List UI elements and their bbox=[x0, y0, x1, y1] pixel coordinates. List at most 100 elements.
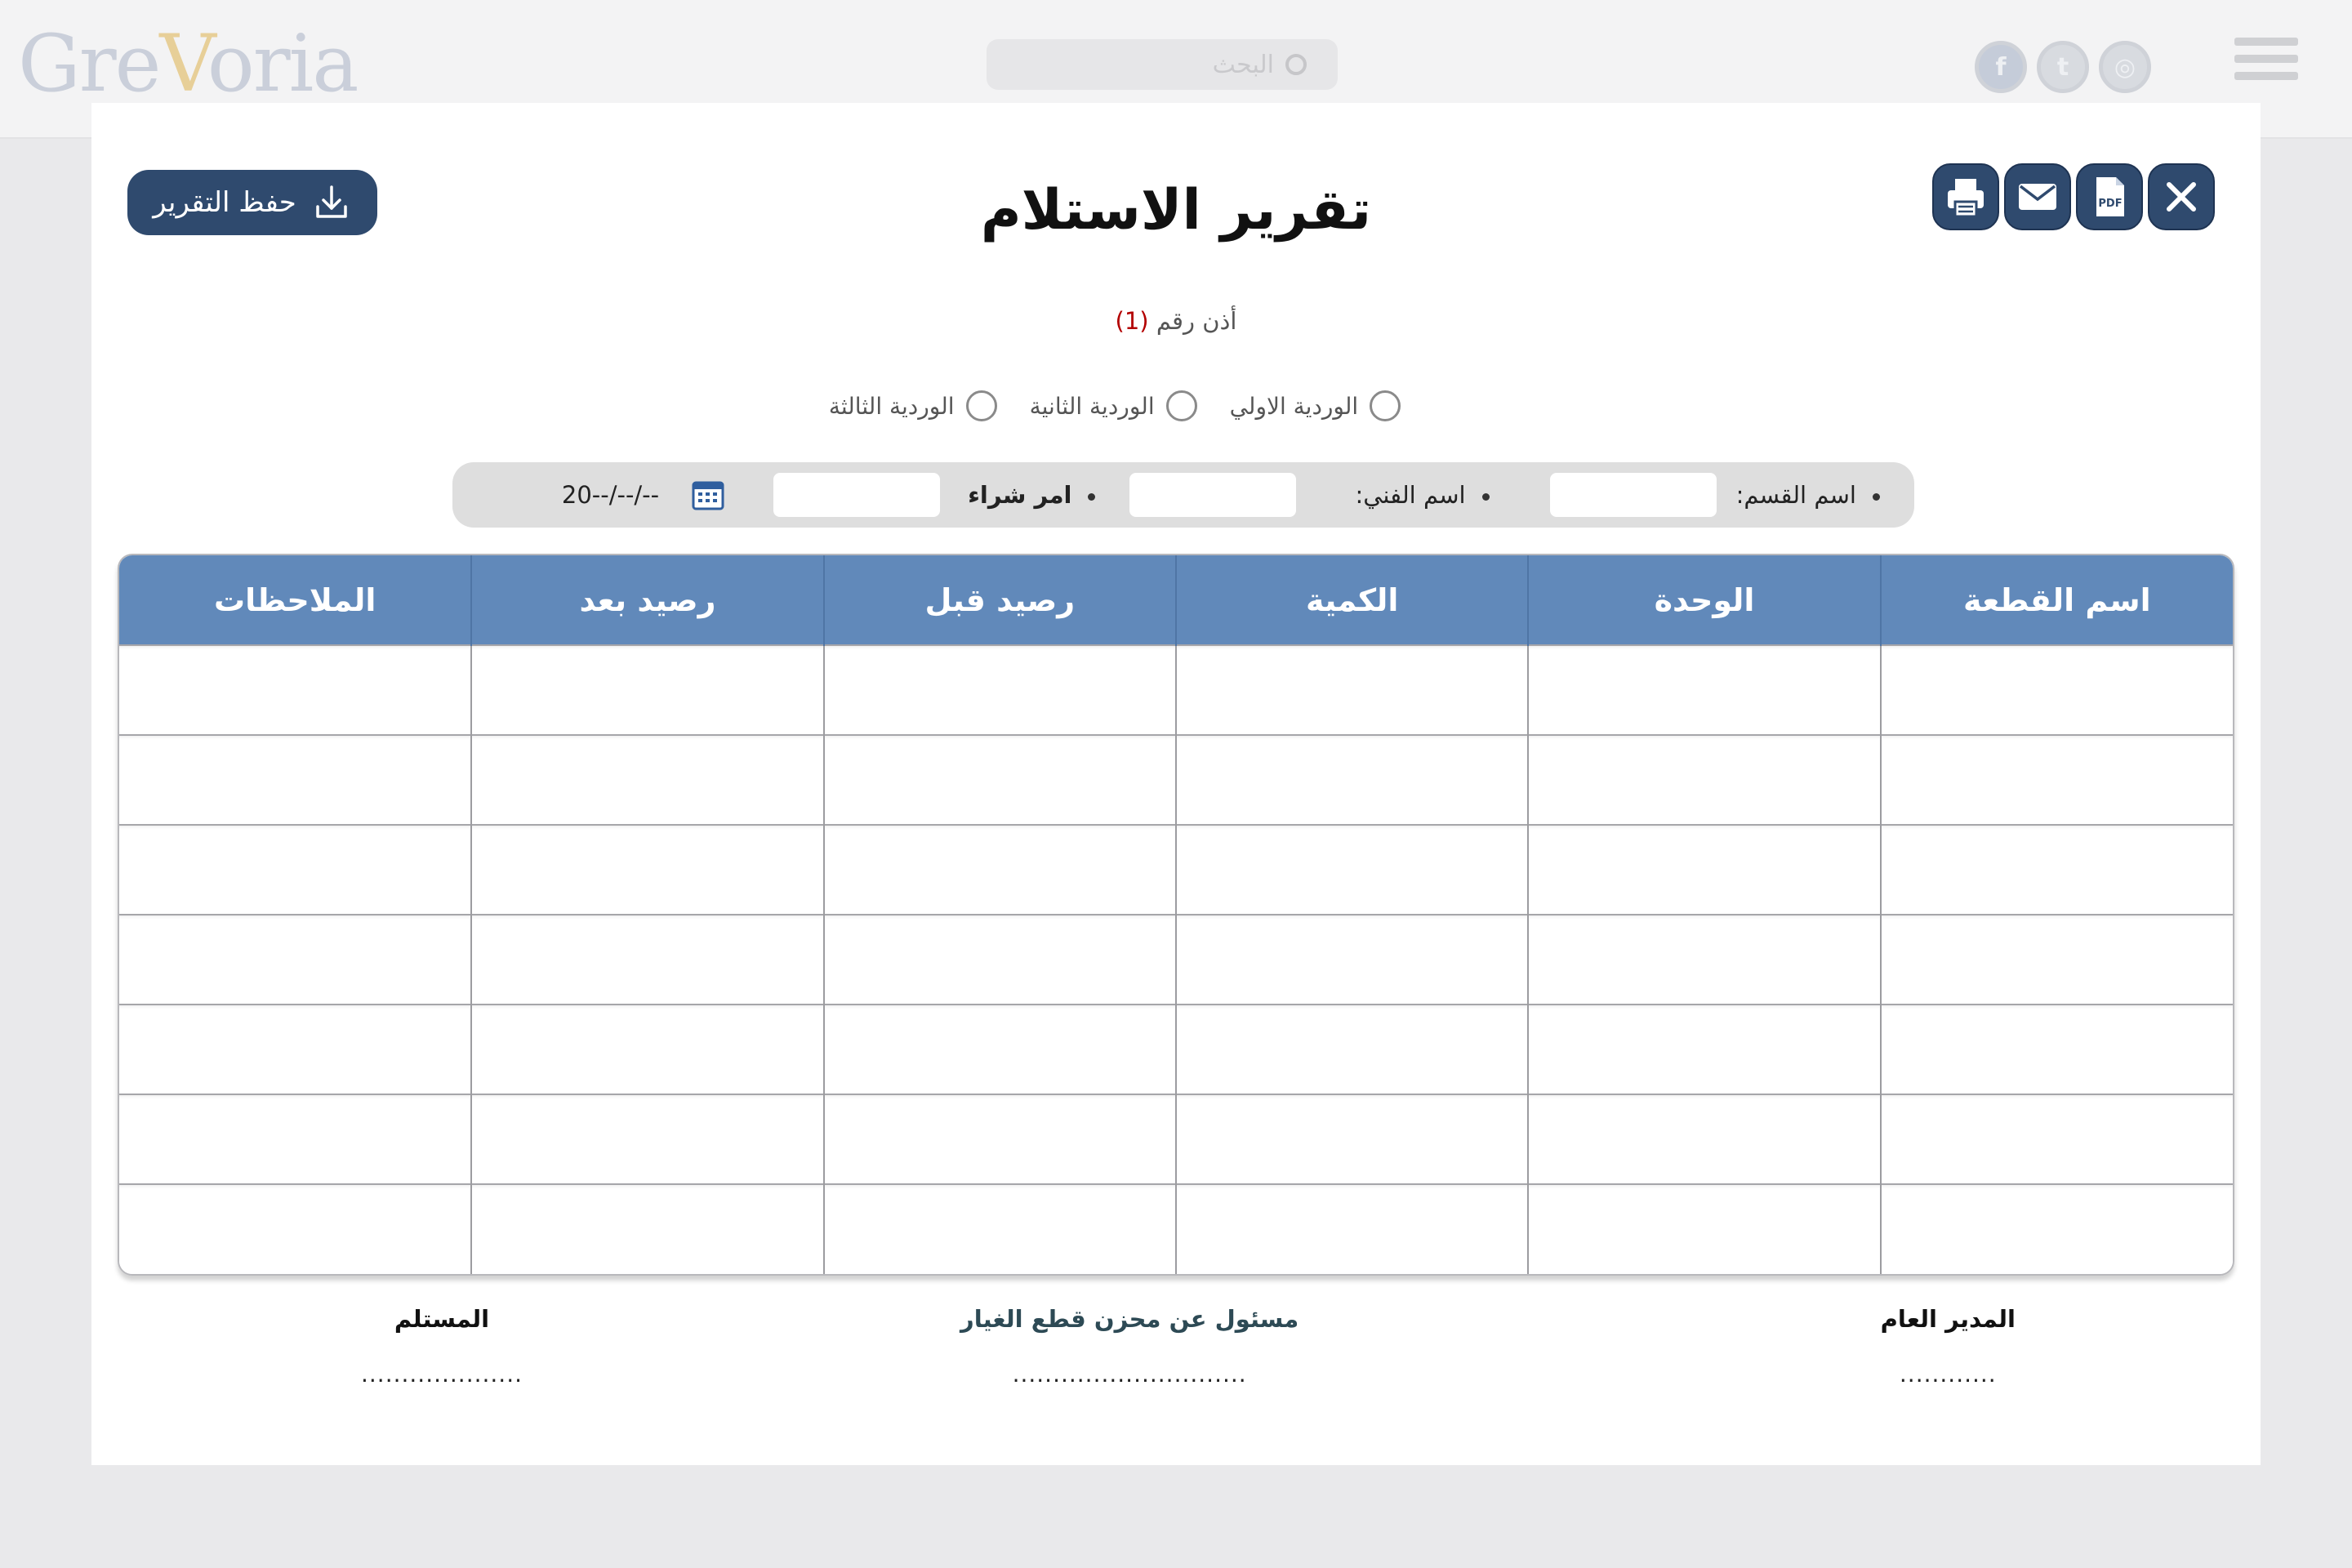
table-row bbox=[119, 824, 2233, 915]
parts-table: اسم القطعة الوحدة الكمية رصيد قبل رصيد ب… bbox=[118, 554, 2234, 1276]
department-input[interactable] bbox=[1549, 473, 1717, 517]
dialog-actions: PDF bbox=[1932, 163, 2215, 230]
table-cell[interactable] bbox=[1175, 914, 1529, 1004]
email-icon bbox=[2019, 184, 2056, 210]
table-cell[interactable] bbox=[470, 644, 824, 735]
table-cell[interactable] bbox=[822, 914, 1177, 1004]
table-cell[interactable] bbox=[1879, 1004, 2233, 1094]
table-cell[interactable] bbox=[1527, 824, 1881, 915]
table-cell[interactable] bbox=[119, 1004, 472, 1094]
search-icon bbox=[1285, 54, 1307, 75]
shift-label: الوردية الثانية bbox=[1029, 392, 1155, 420]
pdf-icon-text: PDF bbox=[2098, 198, 2122, 210]
table-cell[interactable] bbox=[1175, 734, 1529, 825]
header-search[interactable]: البحث bbox=[987, 39, 1338, 90]
email-button[interactable] bbox=[2004, 163, 2071, 230]
shift-option-third[interactable]: الوردية الثالثة bbox=[829, 390, 997, 421]
table-cell[interactable] bbox=[119, 1183, 472, 1274]
table-row bbox=[119, 1094, 2233, 1184]
table-cell[interactable] bbox=[822, 824, 1177, 915]
report-dialog: حفظ التقرير تقرير الاستلام PDF أذن رقم (… bbox=[91, 103, 2261, 1465]
radio-button[interactable] bbox=[1165, 390, 1197, 421]
shift-label: الوردية الاولي bbox=[1229, 392, 1359, 420]
radio-button[interactable] bbox=[965, 390, 997, 421]
permit-number-line: أذن رقم (1) bbox=[91, 307, 2261, 335]
signature-line: .................... bbox=[361, 1361, 523, 1388]
table-cell[interactable] bbox=[119, 644, 472, 735]
table-header-row: اسم القطعة الوحدة الكمية رصيد قبل رصيد ب… bbox=[119, 555, 2233, 645]
technician-input[interactable] bbox=[1129, 473, 1297, 517]
table-cell[interactable] bbox=[470, 1004, 824, 1094]
permit-number: (1) bbox=[1115, 307, 1149, 335]
table-cell[interactable] bbox=[1879, 1183, 2233, 1274]
table-cell[interactable] bbox=[470, 734, 824, 825]
date-field[interactable]: 20--/--/-- bbox=[562, 481, 659, 509]
filter-bar: اسم القسم: اسم الفني: امر شراء 20--/--/-… bbox=[452, 462, 1914, 528]
signature-line: ............................. bbox=[1012, 1361, 1247, 1388]
pdf-icon: PDF bbox=[2096, 177, 2124, 216]
table-cell[interactable] bbox=[1175, 1183, 1529, 1274]
signature-role: المستلم bbox=[394, 1305, 490, 1333]
close-icon bbox=[2167, 182, 2196, 212]
table-cell[interactable] bbox=[470, 1094, 824, 1184]
table-cell[interactable] bbox=[470, 914, 824, 1004]
table-cell[interactable] bbox=[1527, 914, 1881, 1004]
social-links: f t ◎ bbox=[1975, 41, 2151, 93]
column-header-part-name: اسم القطعة bbox=[1879, 555, 2233, 645]
table-cell[interactable] bbox=[1879, 914, 2233, 1004]
table-cell[interactable] bbox=[119, 824, 472, 915]
table-cell[interactable] bbox=[1175, 1094, 1529, 1184]
table-cell[interactable] bbox=[822, 1183, 1177, 1274]
purchase-order-input[interactable] bbox=[773, 473, 941, 517]
table-row bbox=[119, 1004, 2233, 1094]
print-button[interactable] bbox=[1932, 163, 1999, 230]
shift-selector: الوردية الاولي الوردية الثانية الوردية ا… bbox=[0, 390, 2261, 421]
table-cell[interactable] bbox=[1527, 1183, 1881, 1274]
table-cell[interactable] bbox=[822, 1094, 1177, 1184]
calendar-icon[interactable] bbox=[692, 479, 724, 510]
table-cell[interactable] bbox=[822, 1004, 1177, 1094]
search-placeholder: البحث bbox=[1212, 50, 1274, 79]
table-cell[interactable] bbox=[1175, 1004, 1529, 1094]
radio-button[interactable] bbox=[1370, 390, 1401, 421]
technician-label: اسم الفني: bbox=[1355, 481, 1490, 509]
pdf-button[interactable]: PDF bbox=[2076, 163, 2143, 230]
menu-icon[interactable] bbox=[2234, 38, 2298, 90]
facebook-icon[interactable]: f bbox=[1975, 41, 2027, 93]
signature-role: المدير العام bbox=[1880, 1305, 2016, 1333]
table-cell[interactable] bbox=[822, 734, 1177, 825]
table-cell[interactable] bbox=[119, 734, 472, 825]
table-cell[interactable] bbox=[1879, 824, 2233, 915]
table-cell[interactable] bbox=[1175, 644, 1529, 735]
column-header-unit: الوحدة bbox=[1527, 555, 1881, 645]
close-button[interactable] bbox=[2148, 163, 2215, 230]
purchase-order-label: امر شراء bbox=[968, 481, 1096, 509]
table-cell[interactable] bbox=[1175, 824, 1529, 915]
brand-logo[interactable]: GreVoria bbox=[18, 18, 359, 109]
table-cell[interactable] bbox=[1879, 734, 2233, 825]
column-header-notes: الملاحظات bbox=[119, 555, 472, 645]
column-header-balance-after: رصيد بعد bbox=[470, 555, 824, 645]
table-row bbox=[119, 644, 2233, 735]
instagram-icon[interactable]: ◎ bbox=[2099, 41, 2151, 93]
table-cell[interactable] bbox=[822, 644, 1177, 735]
table-cell[interactable] bbox=[1879, 644, 2233, 735]
signature-receiver: المستلم .................... bbox=[361, 1305, 523, 1388]
shift-option-second[interactable]: الوردية الثانية bbox=[1030, 390, 1197, 421]
table-cell[interactable] bbox=[119, 1094, 472, 1184]
table-cell[interactable] bbox=[470, 824, 824, 915]
print-icon bbox=[1948, 179, 1984, 218]
table-cell[interactable] bbox=[119, 914, 472, 1004]
table-row bbox=[119, 734, 2233, 825]
twitter-icon[interactable]: t bbox=[2037, 41, 2089, 93]
table-cell[interactable] bbox=[1527, 644, 1881, 735]
table-cell[interactable] bbox=[1527, 1094, 1881, 1184]
table-cell[interactable] bbox=[1527, 1004, 1881, 1094]
table-cell[interactable] bbox=[1879, 1094, 2233, 1184]
department-label: اسم القسم: bbox=[1736, 481, 1880, 509]
table-cell[interactable] bbox=[1527, 734, 1881, 825]
shift-option-first[interactable]: الوردية الاولي bbox=[1230, 390, 1401, 421]
table-cell[interactable] bbox=[470, 1183, 824, 1274]
signature-role: مسئول عن محزن قطع الغيار bbox=[960, 1305, 1299, 1333]
signature-general-manager: المدير العام ............ bbox=[1881, 1305, 2016, 1388]
